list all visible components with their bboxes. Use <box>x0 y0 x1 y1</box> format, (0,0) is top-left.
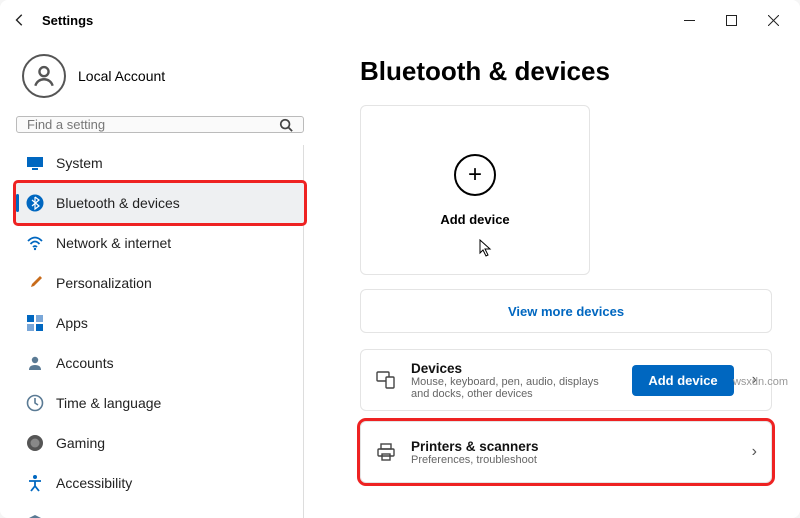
devices-row[interactable]: Devices Mouse, keyboard, pen, audio, dis… <box>360 349 772 411</box>
maximize-button[interactable] <box>710 4 752 36</box>
page-title: Bluetooth & devices <box>360 56 772 87</box>
wifi-icon <box>26 234 44 252</box>
accessibility-icon <box>26 474 44 492</box>
sidebar-item-personalization[interactable]: Personalization <box>16 263 304 303</box>
printers-row-title: Printers & scanners <box>411 439 734 454</box>
minimize-button[interactable] <box>668 4 710 36</box>
back-button[interactable] <box>6 6 34 34</box>
search-input[interactable]: Find a setting <box>16 116 304 133</box>
chevron-right-icon: › <box>748 443 757 461</box>
settings-window: Settings Local Account Find a setting <box>0 0 800 518</box>
brush-icon <box>26 274 44 292</box>
sidebar-item-label: Gaming <box>56 435 105 451</box>
avatar-icon <box>22 54 66 98</box>
sidebar-item-accessibility[interactable]: Accessibility <box>16 463 304 503</box>
search-icon <box>279 118 293 132</box>
shield-icon <box>26 514 44 518</box>
watermark: wsxdn.com <box>733 376 788 388</box>
devices-icon <box>375 370 397 390</box>
sidebar-item-system[interactable]: System <box>16 143 304 183</box>
nav-list: System Bluetooth & devices Network & int… <box>16 143 304 518</box>
clock-globe-icon <box>26 394 44 412</box>
sidebar-item-label: Apps <box>56 315 88 331</box>
search-placeholder: Find a setting <box>27 117 279 132</box>
sidebar-item-bluetooth-devices[interactable]: Bluetooth & devices <box>16 183 304 223</box>
sidebar-item-label: Accessibility <box>56 475 132 491</box>
view-more-devices-link[interactable]: View more devices <box>360 289 772 333</box>
add-device-card[interactable]: + Add device <box>360 105 590 275</box>
add-device-label: Add device <box>440 212 509 227</box>
printer-icon <box>375 442 397 462</box>
sidebar-item-apps[interactable]: Apps <box>16 303 304 343</box>
gaming-icon <box>26 434 44 452</box>
sidebar-item-time-language[interactable]: Time & language <box>16 383 304 423</box>
person-icon <box>26 354 44 372</box>
window-title: Settings <box>42 13 93 28</box>
account-header[interactable]: Local Account <box>16 48 304 116</box>
sidebar-item-label: Time & language <box>56 395 161 411</box>
plus-icon: + <box>454 154 496 196</box>
printers-scanners-row[interactable]: Printers & scanners Preferences, trouble… <box>360 421 772 483</box>
sidebar: Local Account Find a setting System <box>0 40 320 518</box>
cursor-icon <box>479 239 493 262</box>
monitor-icon <box>26 154 44 172</box>
sidebar-item-label: Personalization <box>56 275 152 291</box>
add-device-button[interactable]: Add device <box>632 365 733 396</box>
printers-row-subtitle: Preferences, troubleshoot <box>411 454 734 466</box>
titlebar: Settings <box>0 0 800 40</box>
bluetooth-icon <box>26 194 44 212</box>
sidebar-item-accounts[interactable]: Accounts <box>16 343 304 383</box>
devices-row-subtitle: Mouse, keyboard, pen, audio, displays an… <box>411 376 618 400</box>
apps-icon <box>26 314 44 332</box>
sidebar-item-label: System <box>56 155 103 171</box>
sidebar-item-gaming[interactable]: Gaming <box>16 423 304 463</box>
sidebar-item-privacy-security[interactable]: Privacy & security <box>16 503 304 518</box>
close-button[interactable] <box>752 4 794 36</box>
sidebar-item-label: Accounts <box>56 355 114 371</box>
sidebar-item-label: Network & internet <box>56 235 171 251</box>
main-content: Bluetooth & devices + Add device View mo… <box>320 40 800 518</box>
sidebar-item-label: Bluetooth & devices <box>56 195 180 211</box>
devices-row-title: Devices <box>411 361 618 376</box>
sidebar-item-network[interactable]: Network & internet <box>16 223 304 263</box>
account-name: Local Account <box>78 68 165 84</box>
